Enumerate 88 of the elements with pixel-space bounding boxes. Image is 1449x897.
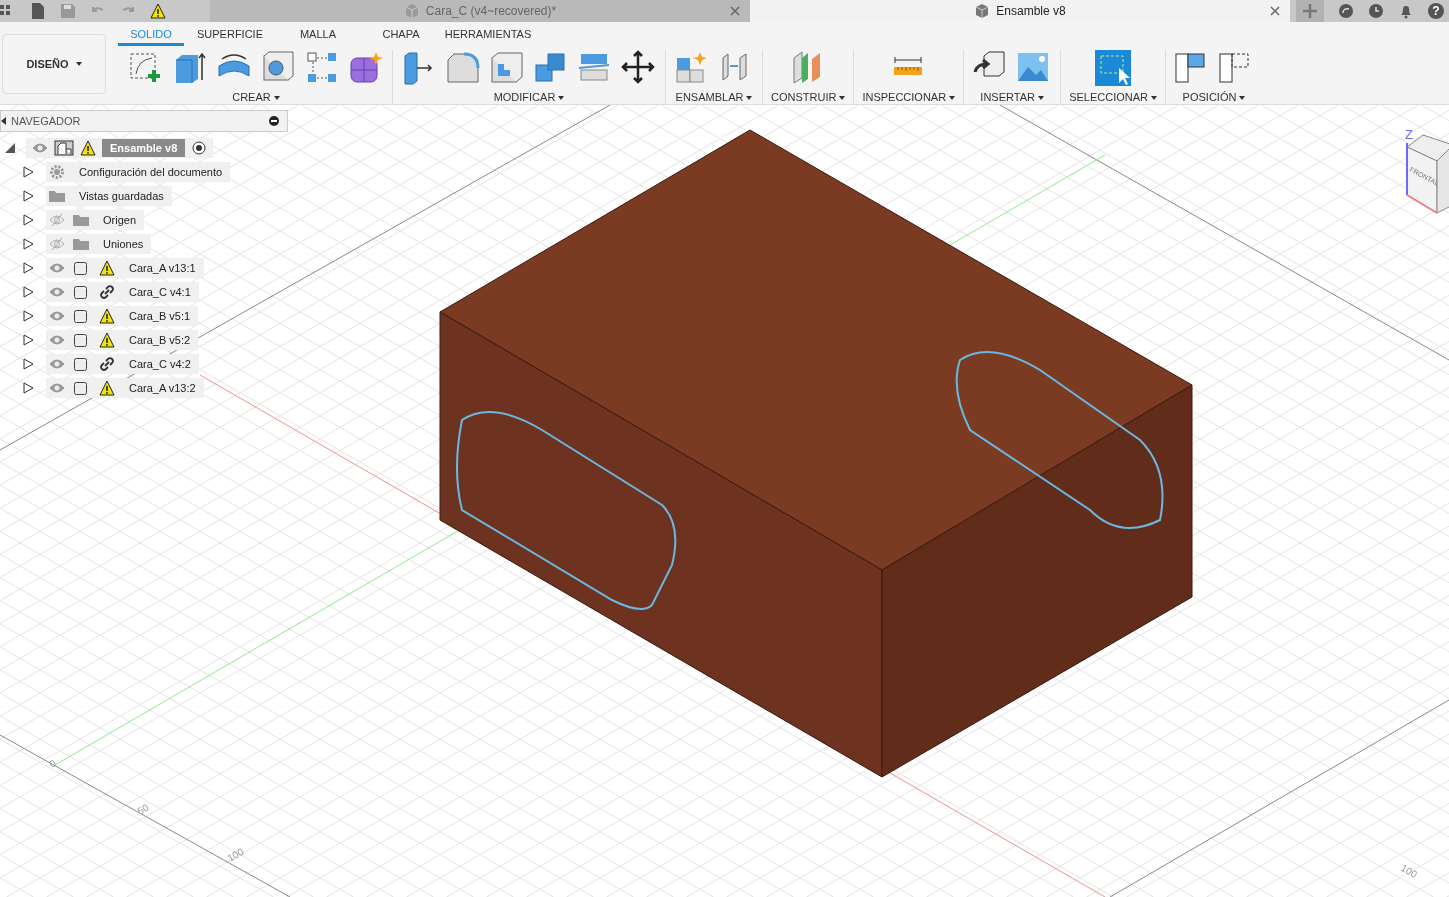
eye-icon[interactable] [49,308,65,324]
caret-icon [949,96,956,101]
axis-label: Z [1405,127,1413,142]
body-icon [73,380,89,396]
body-icon [73,332,89,348]
browser-item[interactable]: Uniones [46,234,152,254]
toolbar-tab[interactable]: MALLA [276,26,360,46]
folder-icon [73,236,89,252]
folder-icon [49,188,65,204]
expand-triangle-icon[interactable] [22,166,34,178]
axis-label: 50 [135,801,151,817]
expand-triangle-icon[interactable] [22,382,34,394]
group-menu[interactable]: INSERTAR [980,91,1044,103]
toolbar-tab[interactable]: SUPERFICIE [184,26,276,46]
warning-icon [150,3,166,19]
browser-header[interactable]: NAVEGADOR [0,110,288,132]
browser-item[interactable]: Vistas guardadas [46,186,172,206]
clock-icon[interactable] [1368,3,1384,19]
browser-item[interactable]: Cara_B v5:2 [46,330,199,350]
axis-label: 100 [1399,862,1419,881]
workspace-dropdown[interactable]: DISEÑO [2,34,106,94]
close-icon[interactable] [1270,6,1280,16]
body-icon [73,308,89,324]
toolbar-tab[interactable]: CHAPA [360,26,442,46]
axis-label: 100 [225,845,246,864]
body-icon [73,284,89,300]
collapse-arrow-icon[interactable] [1,117,7,125]
expand-triangle-icon[interactable] [22,238,34,250]
browser-item[interactable]: Cara_A v13:2 [46,378,204,398]
eye-icon[interactable] [49,260,65,276]
warning-icon [80,140,96,156]
expand-triangle-icon[interactable] [22,310,34,322]
caret-icon [75,62,82,66]
eye-icon[interactable] [49,380,65,396]
close-icon[interactable] [730,6,740,16]
browser-item[interactable]: Configuración del documento [46,162,231,182]
toolbar-tab[interactable]: SOLIDO [118,26,184,46]
collapse-triangle-icon[interactable] [4,142,16,154]
eye-icon[interactable] [49,332,65,348]
browser-item[interactable]: Cara_B v5:1 [46,306,199,326]
help-icon[interactable]: ? [1428,3,1444,19]
gear-icon [49,164,65,180]
expand-triangle-icon[interactable] [22,334,34,346]
group-menu[interactable]: CREAR [232,91,280,103]
move-icon[interactable] [621,50,657,86]
body-icon [73,356,89,372]
new-body-icon[interactable] [348,50,384,86]
group-menu[interactable]: INSPECCIONAR [862,91,956,103]
expand-triangle-icon[interactable] [22,286,34,298]
minus-circle-icon[interactable] [269,116,279,126]
folder-icon [73,212,89,228]
caret-icon [1239,96,1246,101]
shell-icon[interactable] [489,50,525,86]
expand-triangle-icon[interactable] [22,262,34,274]
eye-icon[interactable] [49,356,65,372]
group-menu[interactable]: SELECCIONAR [1069,91,1157,103]
expand-triangle-icon[interactable] [22,358,34,370]
group-menu[interactable]: CONSTRUIR [771,91,846,103]
group-menu[interactable]: MODIFICAR [493,91,565,103]
group-menu[interactable]: POSICIÓN [1182,91,1246,103]
caret-icon [1151,96,1157,101]
expand-triangle-icon[interactable] [22,190,34,202]
caret-icon [746,96,753,101]
document-tab[interactable]: Ensamble v8 [750,0,1290,22]
radio-icon[interactable] [191,140,208,156]
axis-label: 0 [47,757,58,770]
toolbar-tab[interactable]: HERRAMIENTAS [442,26,534,46]
sync-icon[interactable] [1338,3,1354,19]
fillet-icon[interactable] [445,50,481,86]
cube-icon [403,3,420,19]
select-icon[interactable] [1095,50,1132,86]
body-icon [73,260,89,276]
group-menu[interactable]: ENSAMBLAR [675,91,753,103]
caret-icon [1037,96,1044,101]
browser-item[interactable]: Cara_A v13:1 [46,258,204,278]
caret-icon [839,96,846,101]
browser-item[interactable]: Cara_C v4:2 [46,354,199,374]
eye-icon[interactable] [49,284,65,300]
browser-title: NAVEGADOR [11,115,82,127]
cube-icon [974,3,991,19]
file-icon[interactable] [30,3,46,19]
browser-item[interactable]: Origen [46,210,145,230]
expand-triangle-icon[interactable] [22,214,34,226]
assembly-icon [54,140,74,156]
caret-icon [558,96,565,101]
caret-icon [273,96,280,101]
eye-icon[interactable] [32,140,48,156]
browser-item[interactable]: Cara_C v4:1 [46,282,199,302]
